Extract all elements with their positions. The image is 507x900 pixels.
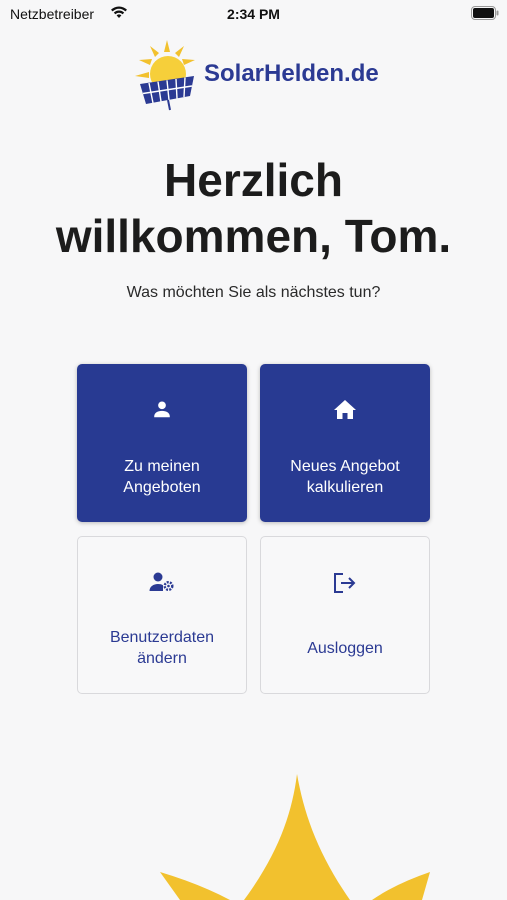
brand-logo: SolarHelden.de: [132, 38, 382, 114]
logout-button[interactable]: Ausloggen: [260, 536, 430, 694]
solar-sun-logo-icon: [135, 40, 195, 111]
status-bar: Netzbetreiber 2:34 PM: [0, 0, 507, 28]
title-line-2: willkommen, Tom.: [55, 210, 452, 262]
person-icon: [77, 398, 247, 420]
brand-name: SolarHelden.de: [204, 60, 379, 87]
new-offer-label-line-2: kalkulieren: [306, 479, 384, 496]
edit-user-data-label: Benutzerdaten ändern: [78, 627, 246, 669]
my-offers-button[interactable]: Zu meinen Angeboten: [77, 364, 247, 522]
new-offer-label-line-1: Neues Angebot: [290, 458, 400, 475]
edit-user-data-label-line-2: ändern: [137, 650, 187, 667]
page-title: Herzlich willkommen, Tom.: [0, 152, 507, 264]
sun-decoration-icon: [160, 774, 430, 900]
edit-user-data-label-line-1: Benutzerdaten: [109, 629, 215, 646]
title-line-1: Herzlich: [164, 154, 343, 206]
battery-icon: [471, 6, 499, 25]
my-offers-label-line-1: Zu meinen: [124, 458, 200, 475]
user-settings-icon: [78, 571, 246, 593]
clock: 2:34 PM: [227, 6, 280, 22]
page-subtitle: Was möchten Sie als nächstes tun?: [126, 284, 381, 301]
logout-icon: [261, 571, 429, 595]
my-offers-label: Zu meinen Angeboten: [77, 456, 247, 498]
my-offers-label-line-2: Angeboten: [123, 479, 201, 496]
new-offer-button[interactable]: Neues Angebot kalkulieren: [260, 364, 430, 522]
new-offer-label: Neues Angebot kalkulieren: [260, 456, 430, 498]
logout-label: Ausloggen: [307, 640, 383, 657]
edit-user-data-button[interactable]: Benutzerdaten ändern: [77, 536, 247, 694]
home-icon: [260, 398, 430, 420]
